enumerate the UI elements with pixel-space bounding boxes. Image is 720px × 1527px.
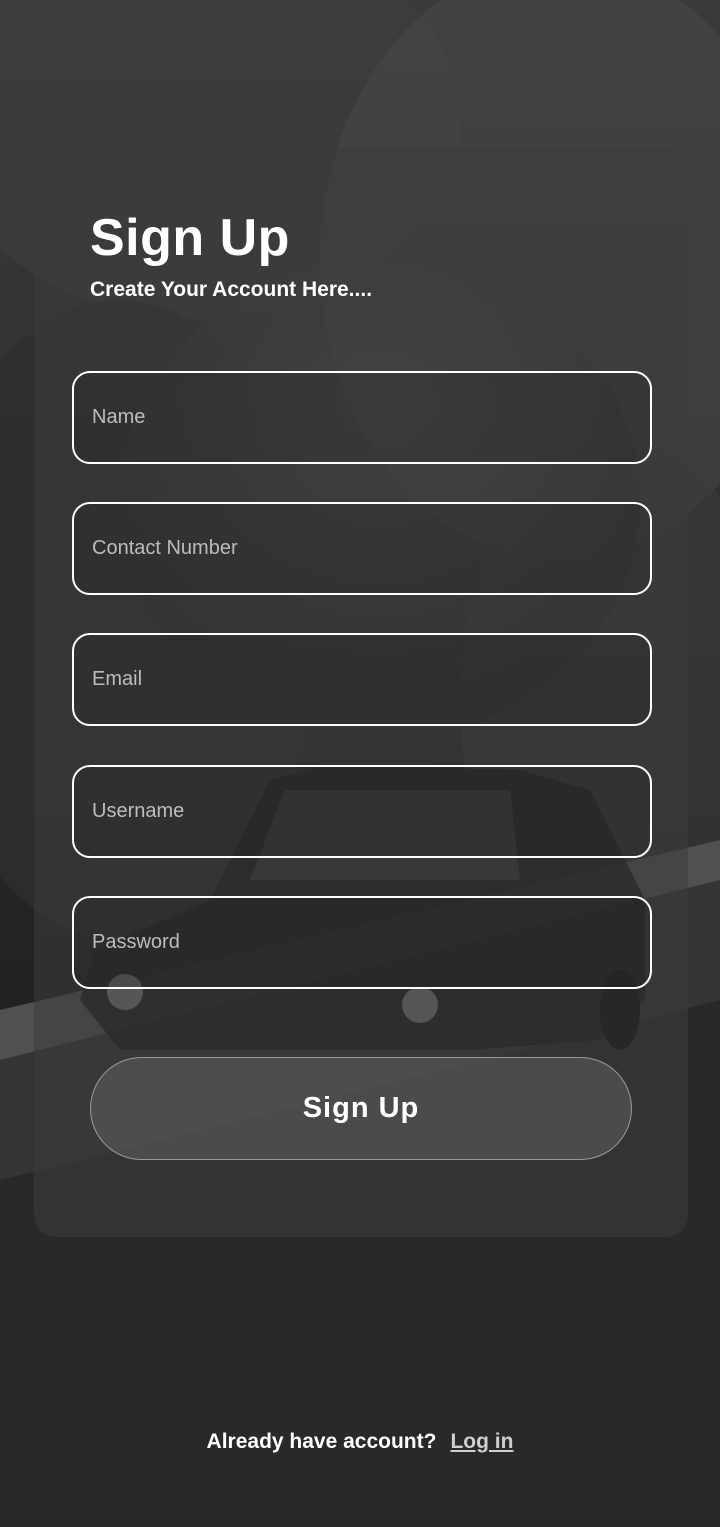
- page-title: Sign Up: [90, 209, 290, 267]
- login-link[interactable]: Log in: [450, 1430, 513, 1453]
- name-field[interactable]: [72, 371, 652, 464]
- login-prompt: Already have account? Log in: [0, 1430, 720, 1454]
- contact-number-field[interactable]: [72, 502, 652, 595]
- email-field[interactable]: [72, 633, 652, 726]
- username-field[interactable]: [72, 765, 652, 858]
- sign-up-button[interactable]: Sign Up: [90, 1057, 632, 1160]
- password-field[interactable]: [72, 896, 652, 989]
- signup-screen: Sign Up Create Your Account Here.... Sig…: [0, 0, 720, 1527]
- page-subtitle: Create Your Account Here....: [90, 278, 373, 301]
- login-prompt-text: Already have account?: [206, 1430, 437, 1453]
